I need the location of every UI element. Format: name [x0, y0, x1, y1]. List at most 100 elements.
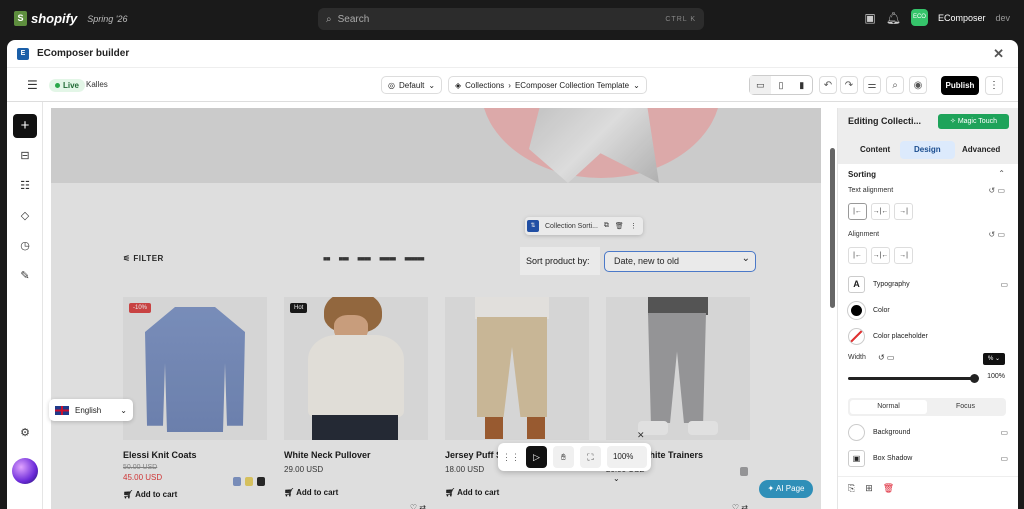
- ai-page-button[interactable]: ✦ AI Page: [759, 480, 813, 498]
- align-right-icon[interactable]: →|: [894, 203, 913, 220]
- heart-icon[interactable]: ♡: [732, 503, 739, 509]
- product-card[interactable]: -10% Elessi Knit Coats 50.00 USD 45.00 U…: [123, 297, 267, 499]
- filter-button[interactable]: ⚟ FILTER: [123, 254, 164, 263]
- product-image[interactable]: -10%: [123, 297, 267, 440]
- close-icon[interactable]: ✕: [993, 46, 1004, 62]
- gear-icon[interactable]: ⚙: [15, 423, 35, 443]
- align-left-icon[interactable]: |←: [848, 247, 867, 264]
- chevron-up-icon[interactable]: ⌃: [998, 169, 1005, 178]
- template-select[interactable]: ◈ Collections › EComposer Collection Tem…: [448, 76, 647, 94]
- device-icon[interactable]: ▭: [1000, 454, 1008, 463]
- magic-touch-button[interactable]: ✧ Magic Touch: [938, 114, 1009, 129]
- menu-icon[interactable]: ☰: [27, 78, 38, 92]
- box-shadow-row[interactable]: ▣ Box Shadow ▭: [848, 448, 1008, 468]
- hand-tool-icon[interactable]: ✋︎: [552, 446, 574, 468]
- layers-icon[interactable]: ◇: [15, 206, 35, 226]
- align-left-icon[interactable]: |←: [848, 203, 867, 220]
- redo-icon[interactable]: ↷: [840, 76, 858, 94]
- store-name[interactable]: EComposer: [938, 13, 986, 23]
- store-icon[interactable]: ▣: [864, 11, 875, 25]
- mobile-icon[interactable]: ▮: [791, 76, 812, 94]
- paste-style-icon[interactable]: ⊞: [865, 483, 873, 494]
- copy-style-icon[interactable]: ⎘: [848, 483, 855, 494]
- align-center-icon[interactable]: →|←: [871, 203, 890, 220]
- grid-4-icon[interactable]: ■■■■: [357, 256, 371, 263]
- tab-content[interactable]: Content: [860, 141, 890, 159]
- heart-icon[interactable]: ♡: [410, 503, 417, 509]
- tablet-icon[interactable]: ▯: [771, 76, 792, 94]
- tab-advanced[interactable]: Advanced: [962, 141, 1000, 159]
- color-placeholder-row[interactable]: Color placeholder: [848, 326, 1008, 346]
- close-toolbar-icon[interactable]: ✕: [637, 430, 645, 441]
- section-toolbar[interactable]: ⇅ Collection Sorti... ⧉ 🗑︎ ⋮: [525, 217, 643, 235]
- tab-focus[interactable]: Focus: [927, 400, 1004, 414]
- swatch[interactable]: [233, 477, 241, 486]
- align-center-icon[interactable]: →|←: [871, 247, 890, 264]
- desktop-icon[interactable]: ▭: [750, 76, 771, 94]
- delete-icon[interactable]: 🗑︎: [883, 483, 894, 494]
- width-value[interactable]: 100%: [987, 373, 1005, 380]
- store-avatar[interactable]: ECO: [910, 9, 928, 26]
- grid-3-icon[interactable]: ■■■: [338, 256, 349, 263]
- more-options-icon[interactable]: ⋮: [630, 222, 637, 230]
- canvas-scrollbar[interactable]: [830, 148, 835, 308]
- swatch[interactable]: [245, 477, 253, 486]
- width-unit-select[interactable]: % ⌄: [983, 353, 1005, 365]
- color-placeholder-swatch[interactable]: [848, 327, 865, 345]
- compare-icon[interactable]: ⇄: [419, 503, 426, 509]
- duplicate-icon[interactable]: ⧉: [604, 222, 609, 230]
- grid-6-icon[interactable]: ■■■■■■: [404, 256, 424, 263]
- select-cursor-icon[interactable]: ▷: [526, 446, 547, 468]
- zoom-select[interactable]: 100% ⌄: [606, 446, 647, 483]
- brush-icon[interactable]: ✎: [15, 266, 35, 286]
- shopify-logo[interactable]: S shopify Spring '26: [14, 11, 127, 26]
- add-to-cart-button[interactable]: 🛒︎ Add to cart: [445, 488, 589, 497]
- swatch[interactable]: [257, 477, 265, 486]
- color-swatch[interactable]: [848, 301, 865, 319]
- product-name[interactable]: White Neck Pullover: [284, 450, 428, 460]
- swatch[interactable]: [740, 467, 748, 476]
- width-slider[interactable]: [848, 374, 979, 383]
- sort-select[interactable]: Date, new to old: [604, 249, 756, 272]
- grid-2-icon[interactable]: ■■: [323, 256, 331, 263]
- tab-design[interactable]: Design: [900, 141, 955, 159]
- more-options-icon[interactable]: ⋮: [985, 76, 1003, 95]
- history-icon[interactable]: ◷: [15, 236, 35, 256]
- preview-eye-icon[interactable]: ◉: [909, 76, 927, 94]
- background-row[interactable]: Background ▭: [848, 422, 1008, 442]
- bell-icon[interactable]: 🔔︎: [886, 11, 901, 25]
- add-to-cart-button[interactable]: 🛒︎ Add to cart: [123, 490, 267, 499]
- templates-icon[interactable]: ☷: [15, 176, 35, 196]
- product-image[interactable]: [606, 297, 750, 440]
- product-image[interactable]: [445, 297, 589, 440]
- background-swatch[interactable]: [848, 423, 865, 441]
- inspect-icon[interactable]: ⌕: [886, 76, 904, 94]
- fit-screen-icon[interactable]: ⛶: [579, 446, 601, 468]
- slider-handle[interactable]: [970, 374, 979, 383]
- add-element-icon[interactable]: +: [13, 114, 37, 138]
- align-right-icon[interactable]: →|: [894, 247, 913, 264]
- typography-row[interactable]: A Typography ▭: [848, 274, 1008, 294]
- tab-normal[interactable]: Normal: [850, 400, 927, 414]
- device-preset-select[interactable]: ◎ Default ⌄: [381, 76, 443, 94]
- color-row[interactable]: Color: [848, 300, 1008, 320]
- search-input[interactable]: ⌕ Search CTRL K: [318, 8, 704, 30]
- product-name[interactable]: Elessi Knit Coats: [123, 450, 267, 460]
- settings-sliders-icon[interactable]: ⚌: [863, 76, 881, 94]
- device-icon[interactable]: ▭: [1000, 428, 1008, 437]
- reset-device-icons[interactable]: ↺ ▭: [878, 353, 894, 362]
- drag-handle-icon[interactable]: ⋮⋮: [502, 452, 520, 463]
- grid-5-icon[interactable]: ■■■■■: [379, 256, 396, 263]
- undo-icon[interactable]: ↶: [819, 76, 837, 94]
- reset-device-icons[interactable]: ↺ ▭: [989, 186, 1005, 195]
- sections-icon[interactable]: ⊟: [15, 146, 35, 166]
- trash-icon[interactable]: 🗑︎: [615, 222, 624, 230]
- ai-orb-icon[interactable]: [12, 458, 38, 484]
- add-to-cart-button[interactable]: 🛒︎ Add to cart: [284, 488, 428, 497]
- device-icon[interactable]: ▭: [1000, 280, 1008, 289]
- product-card[interactable]: Hot White Neck Pullover 29.00 USD 🛒︎ Add…: [284, 297, 428, 509]
- publish-button[interactable]: Publish: [941, 76, 979, 95]
- reset-device-icons[interactable]: ↺ ▭: [989, 230, 1005, 239]
- compare-icon[interactable]: ⇄: [741, 503, 748, 509]
- editor-canvas[interactable]: ⚟ FILTER ■■ ■■■ ■■■■ ■■■■■ ■■■■■■ ⇅ Coll…: [51, 108, 821, 509]
